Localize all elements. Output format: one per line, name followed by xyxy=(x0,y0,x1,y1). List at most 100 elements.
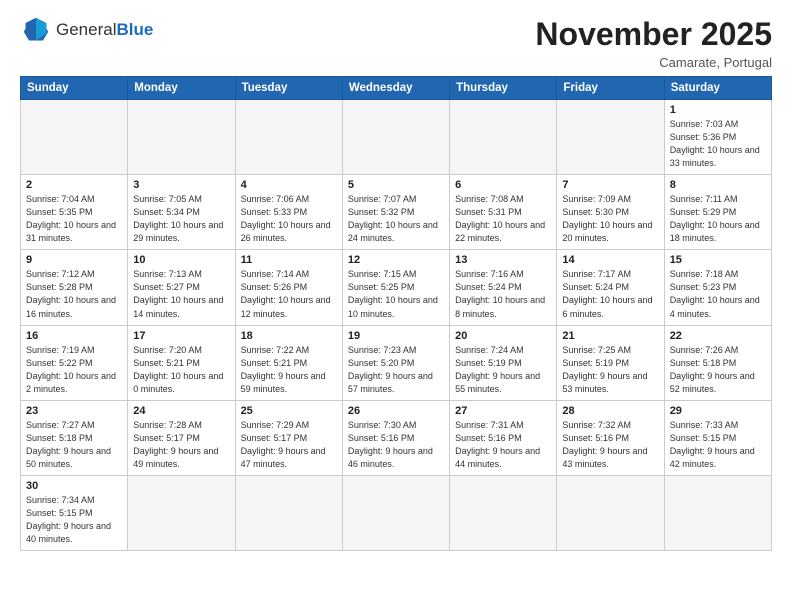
table-row xyxy=(235,100,342,175)
day-number: 15 xyxy=(670,254,766,266)
header-wednesday: Wednesday xyxy=(342,77,449,100)
day-info: Sunrise: 7:32 AM Sunset: 5:16 PM Dayligh… xyxy=(562,419,658,471)
day-info: Sunrise: 7:16 AM Sunset: 5:24 PM Dayligh… xyxy=(455,268,551,320)
table-row: 8Sunrise: 7:11 AM Sunset: 5:29 PM Daylig… xyxy=(664,175,771,250)
table-row: 5 Sunrise: 7:07 AM Sunset: 5:32 PM Daylig… xyxy=(342,175,449,250)
day-info: Sunrise: 7:20 AM Sunset: 5:21 PM Dayligh… xyxy=(133,344,229,396)
calendar-row: 2 Sunrise: 7:04 AM Sunset: 5:35 PM Daylig… xyxy=(21,175,772,250)
table-row: 22Sunrise: 7:26 AM Sunset: 5:18 PM Dayli… xyxy=(664,325,771,400)
calendar-row: 1 Sunrise: 7:03 AM Sunset: 5:36 PM Daylig… xyxy=(21,100,772,175)
day-info: Sunrise: 7:26 AM Sunset: 5:18 PM Dayligh… xyxy=(670,344,766,396)
table-row: 2 Sunrise: 7:04 AM Sunset: 5:35 PM Daylig… xyxy=(21,175,128,250)
table-row: 4Sunrise: 7:06 AM Sunset: 5:33 PM Daylig… xyxy=(235,175,342,250)
table-row: 3 Sunrise: 7:05 AM Sunset: 5:34 PM Daylig… xyxy=(128,175,235,250)
day-info: Sunrise: 7:08 AM Sunset: 5:31 PM Dayligh… xyxy=(455,193,551,245)
table-row: 29 Sunrise: 7:33 AM Sunset: 5:15 PM Dayli… xyxy=(664,400,771,475)
table-row: 19 Sunrise: 7:23 AM Sunset: 5:20 PM Dayli… xyxy=(342,325,449,400)
weekday-header-row: Sunday Monday Tuesday Wednesday Thursday… xyxy=(21,77,772,100)
day-number: 3 xyxy=(133,179,229,191)
calendar-table: Sunday Monday Tuesday Wednesday Thursday… xyxy=(20,76,772,551)
table-row: 11Sunrise: 7:14 AM Sunset: 5:26 PM Dayli… xyxy=(235,250,342,325)
day-info: Sunrise: 7:09 AM Sunset: 5:30 PM Dayligh… xyxy=(562,193,658,245)
day-info: Sunrise: 7:31 AM Sunset: 5:16 PM Dayligh… xyxy=(455,419,551,471)
day-number: 1 xyxy=(670,104,766,116)
calendar-title: November 2025 xyxy=(535,16,772,53)
table-row xyxy=(450,475,557,550)
table-row: 21Sunrise: 7:25 AM Sunset: 5:19 PM Dayli… xyxy=(557,325,664,400)
header-tuesday: Tuesday xyxy=(235,77,342,100)
table-row xyxy=(557,100,664,175)
table-row: 23Sunrise: 7:27 AM Sunset: 5:18 PM Dayli… xyxy=(21,400,128,475)
header-saturday: Saturday xyxy=(664,77,771,100)
day-number: 16 xyxy=(26,330,122,342)
day-number: 25 xyxy=(241,405,337,417)
table-row xyxy=(557,475,664,550)
table-row xyxy=(450,100,557,175)
day-number: 9 xyxy=(26,254,122,266)
calendar-row: 30Sunrise: 7:34 AM Sunset: 5:15 PM Dayli… xyxy=(21,475,772,550)
header: GeneralBlue November 2025 Camarate, Port… xyxy=(20,16,772,70)
table-row: 28 Sunrise: 7:32 AM Sunset: 5:16 PM Dayli… xyxy=(557,400,664,475)
table-row xyxy=(342,475,449,550)
logo-text: GeneralBlue xyxy=(56,20,153,40)
day-number: 21 xyxy=(562,330,658,342)
day-number: 27 xyxy=(455,405,551,417)
table-row: 20Sunrise: 7:24 AM Sunset: 5:19 PM Dayli… xyxy=(450,325,557,400)
day-number: 7 xyxy=(562,179,658,191)
table-row: 6 Sunrise: 7:08 AM Sunset: 5:31 PM Daylig… xyxy=(450,175,557,250)
header-friday: Friday xyxy=(557,77,664,100)
calendar-row: 23Sunrise: 7:27 AM Sunset: 5:18 PM Dayli… xyxy=(21,400,772,475)
day-info: Sunrise: 7:11 AM Sunset: 5:29 PM Dayligh… xyxy=(670,193,766,245)
day-info: Sunrise: 7:28 AM Sunset: 5:17 PM Dayligh… xyxy=(133,419,229,471)
table-row: 27 Sunrise: 7:31 AM Sunset: 5:16 PM Dayli… xyxy=(450,400,557,475)
day-number: 2 xyxy=(26,179,122,191)
calendar-row: 9 Sunrise: 7:12 AM Sunset: 5:28 PM Daylig… xyxy=(21,250,772,325)
header-monday: Monday xyxy=(128,77,235,100)
day-info: Sunrise: 7:23 AM Sunset: 5:20 PM Dayligh… xyxy=(348,344,444,396)
title-block: November 2025 Camarate, Portugal xyxy=(535,16,772,70)
table-row xyxy=(128,475,235,550)
page: GeneralBlue November 2025 Camarate, Port… xyxy=(0,0,792,612)
day-info: Sunrise: 7:30 AM Sunset: 5:16 PM Dayligh… xyxy=(348,419,444,471)
day-number: 18 xyxy=(241,330,337,342)
day-number: 20 xyxy=(455,330,551,342)
day-number: 28 xyxy=(562,405,658,417)
logo-icon xyxy=(20,16,52,44)
day-info: Sunrise: 7:13 AM Sunset: 5:27 PM Dayligh… xyxy=(133,268,229,320)
day-number: 23 xyxy=(26,405,122,417)
table-row xyxy=(21,100,128,175)
day-info: Sunrise: 7:19 AM Sunset: 5:22 PM Dayligh… xyxy=(26,344,122,396)
calendar-subtitle: Camarate, Portugal xyxy=(535,55,772,70)
day-info: Sunrise: 7:14 AM Sunset: 5:26 PM Dayligh… xyxy=(241,268,337,320)
day-info: Sunrise: 7:12 AM Sunset: 5:28 PM Dayligh… xyxy=(26,268,122,320)
day-info: Sunrise: 7:05 AM Sunset: 5:34 PM Dayligh… xyxy=(133,193,229,245)
table-row xyxy=(235,475,342,550)
day-number: 29 xyxy=(670,405,766,417)
day-number: 19 xyxy=(348,330,444,342)
day-number: 5 xyxy=(348,179,444,191)
table-row: 17Sunrise: 7:20 AM Sunset: 5:21 PM Dayli… xyxy=(128,325,235,400)
day-info: Sunrise: 7:07 AM Sunset: 5:32 PM Dayligh… xyxy=(348,193,444,245)
table-row: 1 Sunrise: 7:03 AM Sunset: 5:36 PM Daylig… xyxy=(664,100,771,175)
day-number: 13 xyxy=(455,254,551,266)
day-info: Sunrise: 7:17 AM Sunset: 5:24 PM Dayligh… xyxy=(562,268,658,320)
table-row xyxy=(128,100,235,175)
day-info: Sunrise: 7:33 AM Sunset: 5:15 PM Dayligh… xyxy=(670,419,766,471)
table-row: 24Sunrise: 7:28 AM Sunset: 5:17 PM Dayli… xyxy=(128,400,235,475)
table-row: 30Sunrise: 7:34 AM Sunset: 5:15 PM Dayli… xyxy=(21,475,128,550)
day-info: Sunrise: 7:22 AM Sunset: 5:21 PM Dayligh… xyxy=(241,344,337,396)
table-row xyxy=(342,100,449,175)
day-info: Sunrise: 7:03 AM Sunset: 5:36 PM Dayligh… xyxy=(670,118,766,170)
table-row xyxy=(664,475,771,550)
day-number: 12 xyxy=(348,254,444,266)
header-sunday: Sunday xyxy=(21,77,128,100)
day-info: Sunrise: 7:04 AM Sunset: 5:35 PM Dayligh… xyxy=(26,193,122,245)
day-info: Sunrise: 7:18 AM Sunset: 5:23 PM Dayligh… xyxy=(670,268,766,320)
table-row: 13 Sunrise: 7:16 AM Sunset: 5:24 PM Dayli… xyxy=(450,250,557,325)
day-info: Sunrise: 7:34 AM Sunset: 5:15 PM Dayligh… xyxy=(26,494,122,546)
table-row: 9 Sunrise: 7:12 AM Sunset: 5:28 PM Daylig… xyxy=(21,250,128,325)
day-number: 14 xyxy=(562,254,658,266)
header-thursday: Thursday xyxy=(450,77,557,100)
day-number: 6 xyxy=(455,179,551,191)
day-number: 4 xyxy=(241,179,337,191)
